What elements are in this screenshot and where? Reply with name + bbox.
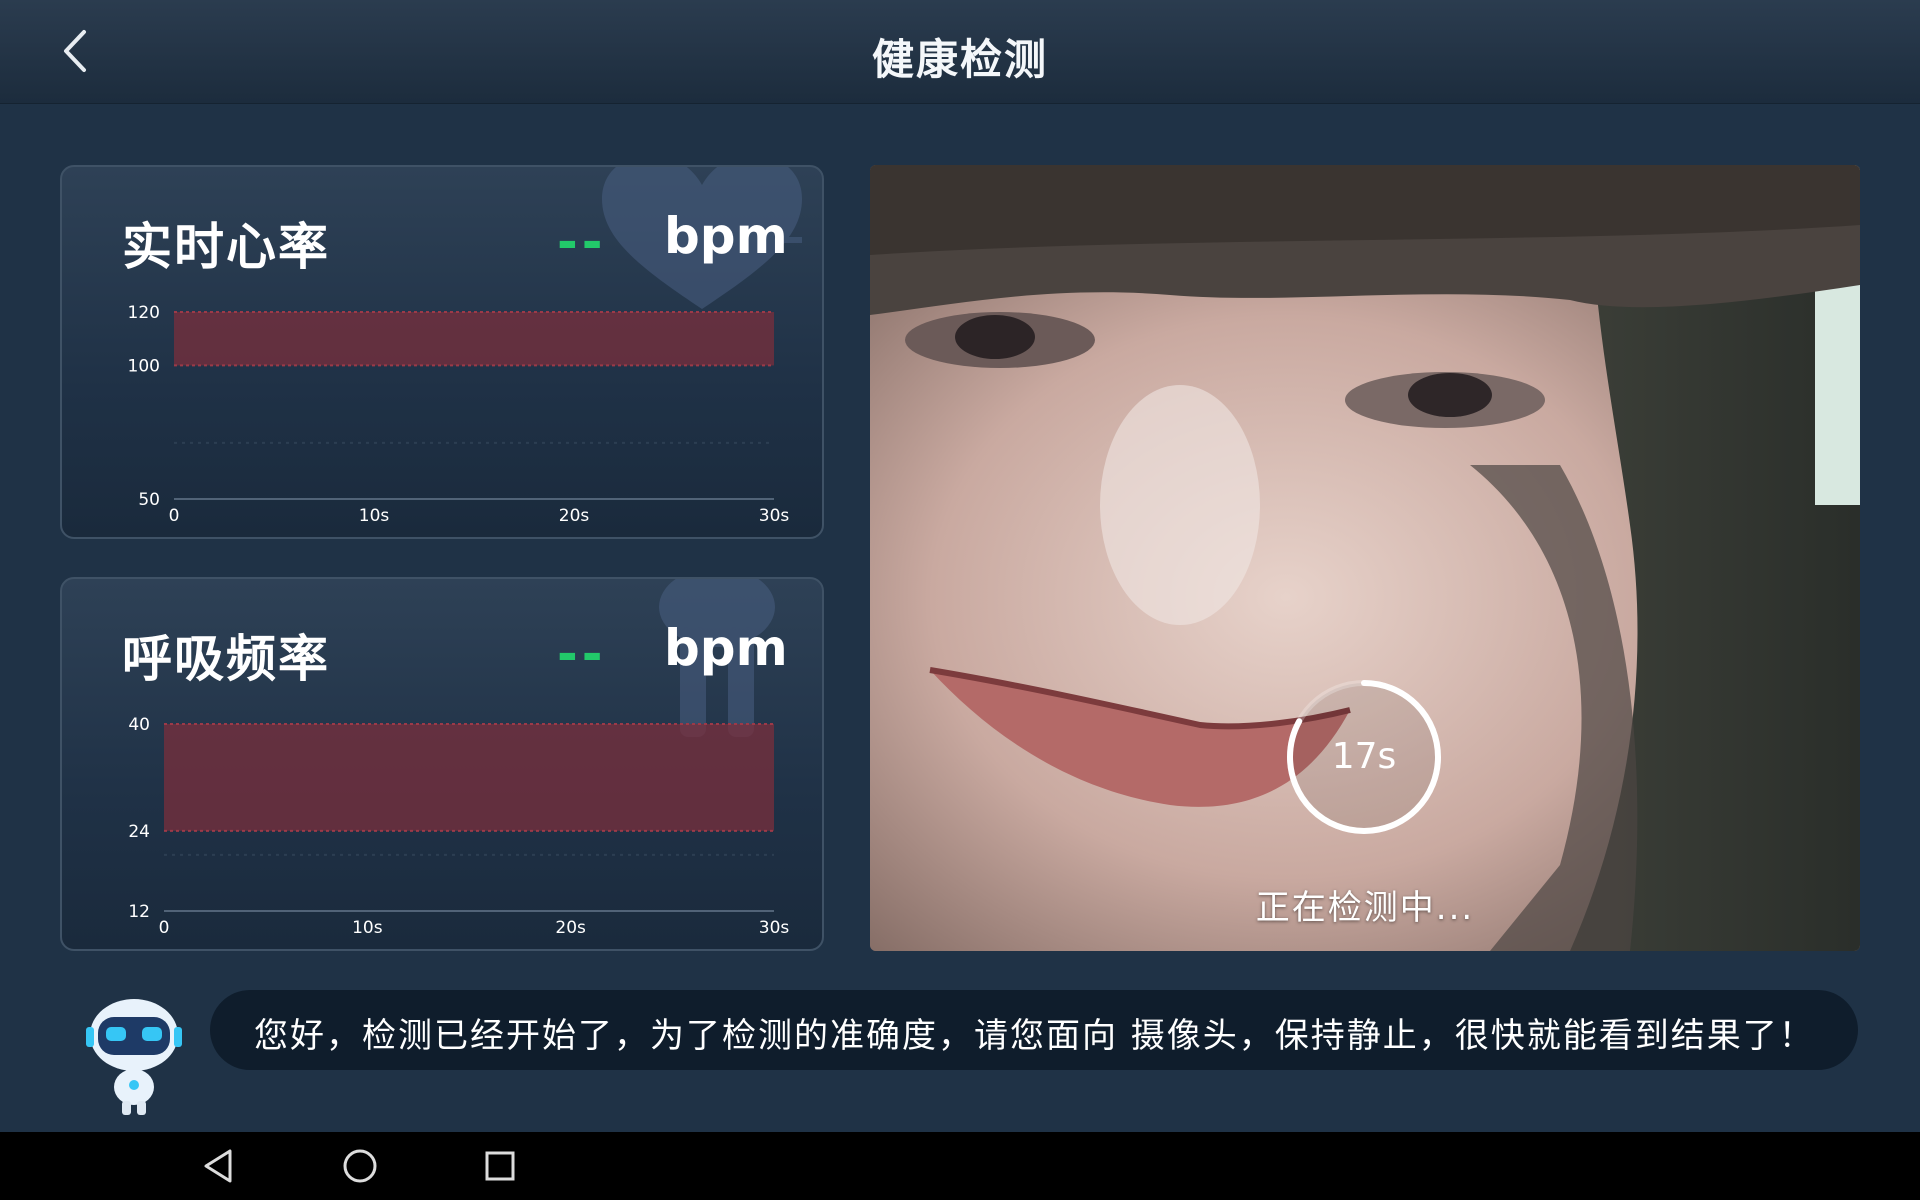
chart-normal-band [164,724,774,831]
chart-x-tick-label: 0 [159,918,170,938]
chart-x-tick-label: 20s [555,918,586,938]
chart-y-tick-label: 24 [128,822,150,842]
system-nav-bar [0,1132,1920,1200]
chart-y-tick-label: 120 [128,303,160,323]
timer-countdown: 17s [1331,736,1397,777]
chart-x-tick-label: 10s [352,918,383,938]
assistant-message-text: 您好，检测已经开始了，为了检测的准确度，请您面向 摄像头，保持静止，很快就能看到… [254,1016,1815,1056]
chart-x-tick-label: 30s [759,918,790,938]
chart-x-tick-label: 10s [359,506,390,526]
detection-status: 正在检测中... [1255,888,1475,928]
page-title: 健康检测 [871,35,1048,84]
respiration-card: 呼吸频率 -- bpm 40 24 12 0 10s 20s 30s [60,577,824,951]
camera-preview: 17s 正在检测中... [870,165,1860,951]
chart-x-tick-label: 30s [759,506,790,526]
nav-recents-icon[interactable] [480,1146,520,1186]
top-bar: 健康检测 [0,0,1920,104]
heart-rate-card: 实时心率 -- bpm 120 100 50 0 10s 20s 30s [60,165,824,539]
robot-assistant-icon [86,999,182,1115]
chart-y-tick-label: 50 [138,490,160,510]
assistant-message-bubble: 您好，检测已经开始了，为了检测的准确度，请您面向 摄像头，保持静止，很快就能看到… [210,990,1858,1070]
chart-y-tick-label: 12 [128,902,150,922]
chart-x-tick-label: 0 [169,506,180,526]
nav-home-icon[interactable] [340,1146,380,1186]
chart-y-tick-label: 100 [128,356,160,376]
chart-x-tick-label: 20s [559,506,590,526]
heart-rate-chart: 120 100 50 0 10s 20s 30s [128,303,790,526]
nav-back-icon[interactable] [200,1146,240,1186]
respiration-chart: 40 24 12 0 10s 20s 30s [128,715,790,938]
chart-normal-band [174,312,774,366]
chart-y-tick-label: 40 [128,715,150,735]
